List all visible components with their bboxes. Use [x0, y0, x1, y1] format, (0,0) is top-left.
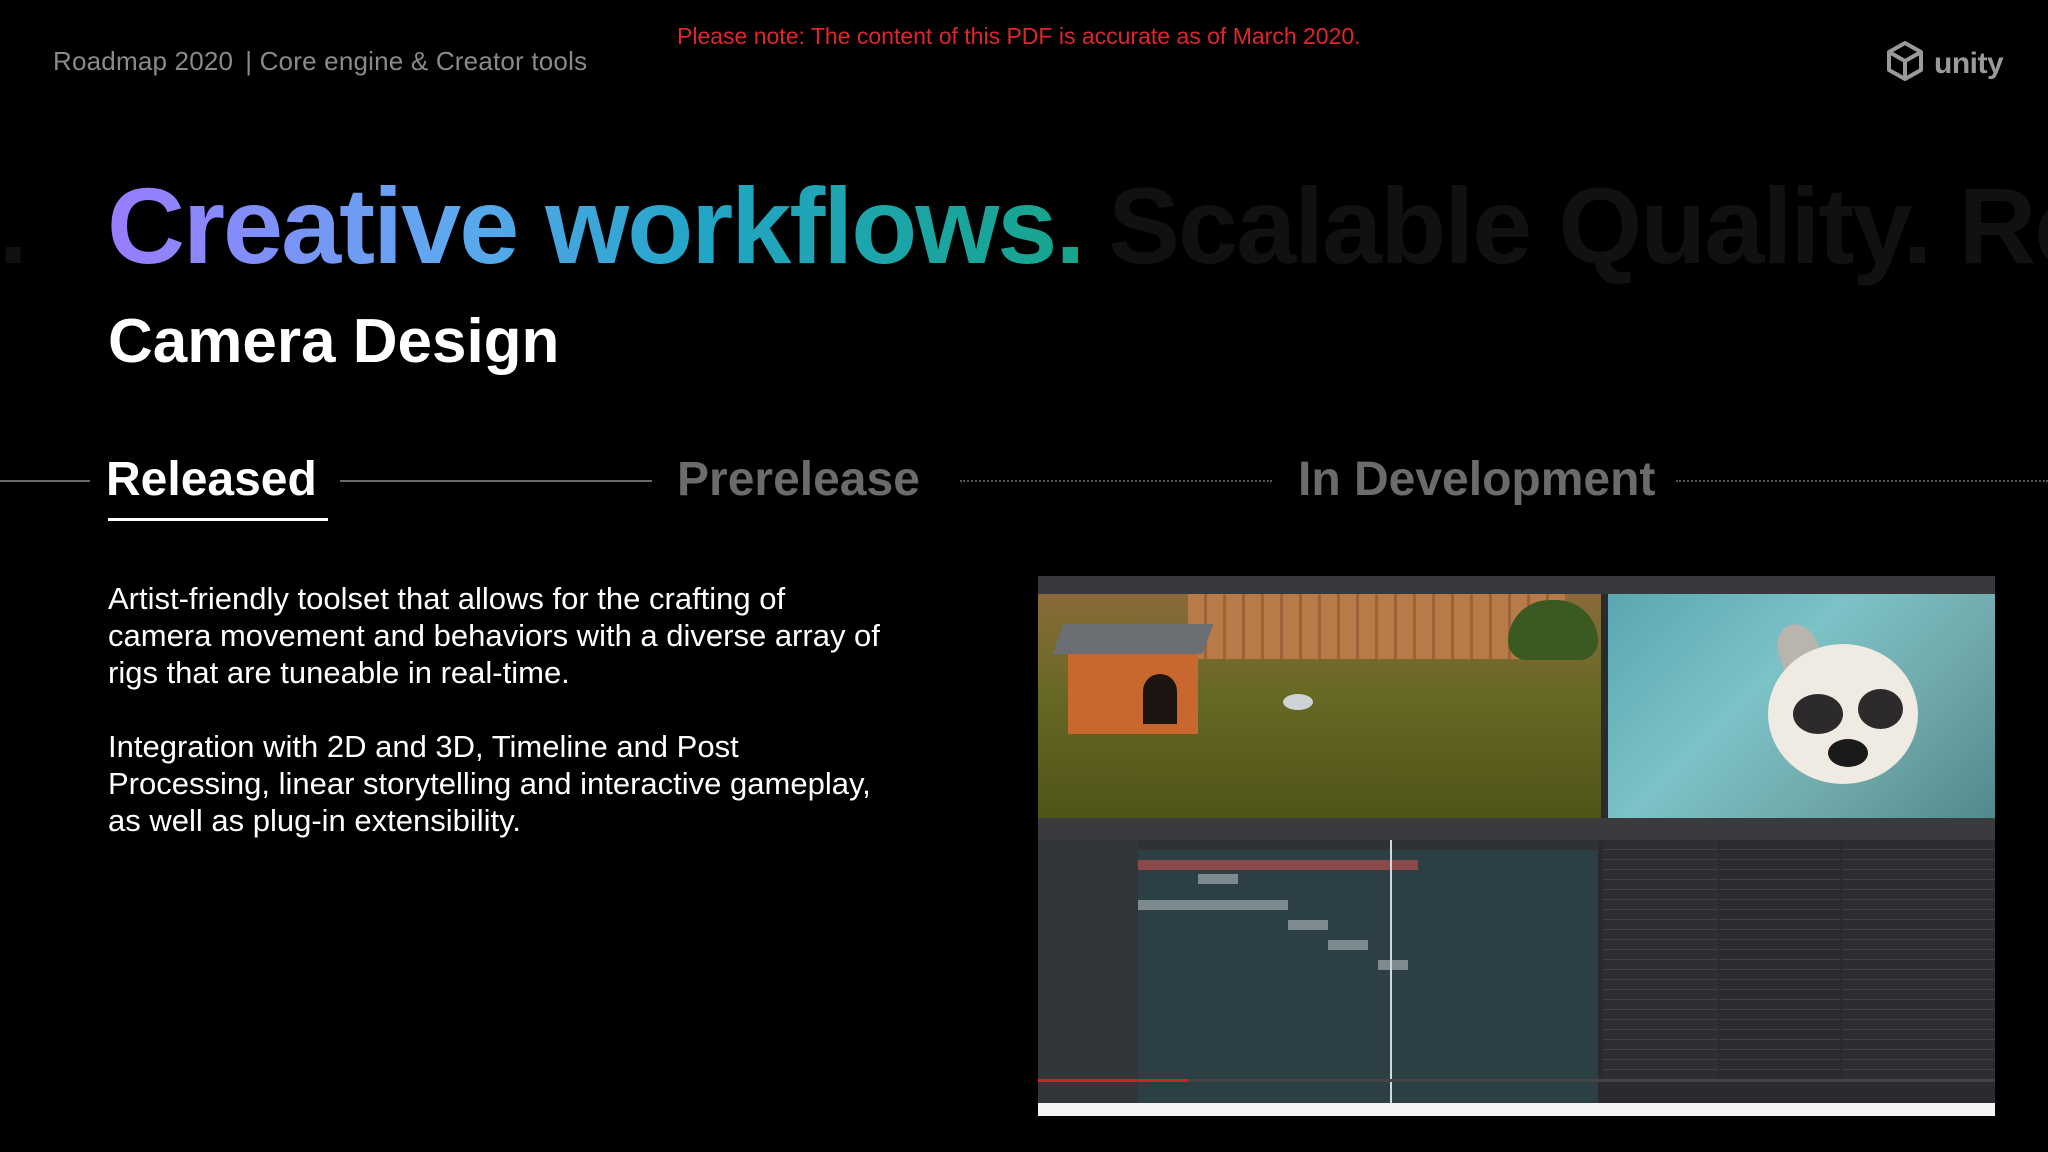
description-paragraph: Integration with 2D and 3D, Timeline and…	[108, 729, 871, 838]
raccoon-character	[1758, 618, 1928, 814]
timeline-line-middle	[340, 480, 652, 482]
editor-toolbar	[1038, 576, 1995, 594]
camera-target	[1283, 694, 1313, 710]
ghost-tagline-left: e.	[0, 165, 28, 286]
timeline-playhead	[1390, 840, 1392, 1116]
timeline-area	[1138, 850, 1598, 1116]
timeline-clip	[1288, 920, 1328, 930]
hierarchy-panel	[1603, 840, 1718, 1080]
description-paragraph: Artist-friendly toolset that allows for …	[108, 581, 880, 690]
headline: Creative workflows.	[107, 165, 1085, 286]
game-view	[1608, 594, 1995, 818]
timeline-clip	[1328, 940, 1368, 950]
breadcrumb: Roadmap 2020 | Core engine & Creator tool…	[53, 46, 587, 77]
track-list	[1038, 840, 1138, 1116]
breadcrumb-main: Roadmap 2020	[53, 46, 234, 76]
timeline-dotted-right	[1676, 480, 2048, 482]
timeline-panel	[1038, 840, 1598, 1116]
scene-view	[1038, 594, 1601, 818]
description: Artist-friendly toolset that allows for …	[108, 580, 888, 876]
stage-prerelease: Prerelease	[677, 453, 920, 506]
timeline-clip	[1378, 960, 1408, 970]
ghost-tagline-right: Scalable Quality. Re	[1108, 165, 2048, 286]
timeline-toolbar	[1038, 818, 1995, 840]
timeline-clip	[1138, 900, 1288, 910]
doghouse	[1052, 624, 1214, 734]
breadcrumb-section: | Core engine & Creator tools	[245, 46, 588, 76]
unity-logo-icon	[1884, 40, 1926, 87]
stage-in-development: In Development	[1298, 453, 1656, 506]
video-bottom-bar	[1038, 1103, 1995, 1116]
editor-screenshot	[1038, 576, 1995, 1116]
project-panel	[1720, 840, 1840, 1080]
stage-active-underline	[108, 518, 328, 521]
brand-name: unity	[1934, 46, 2004, 80]
stage-released: Released	[106, 453, 317, 506]
video-progress-fill	[1038, 1079, 1188, 1082]
timeline-clip	[1138, 860, 1418, 870]
page-subtitle: Camera Design	[108, 307, 560, 376]
inspector-panel	[1843, 840, 1995, 1080]
timeline-clip	[1198, 874, 1238, 884]
unity-brand: unity	[1884, 40, 2004, 87]
accuracy-notice: Please note: The content of this PDF is …	[677, 23, 1361, 49]
timeline-dotted-middle	[960, 480, 1272, 482]
timeline-line-left	[0, 480, 90, 482]
